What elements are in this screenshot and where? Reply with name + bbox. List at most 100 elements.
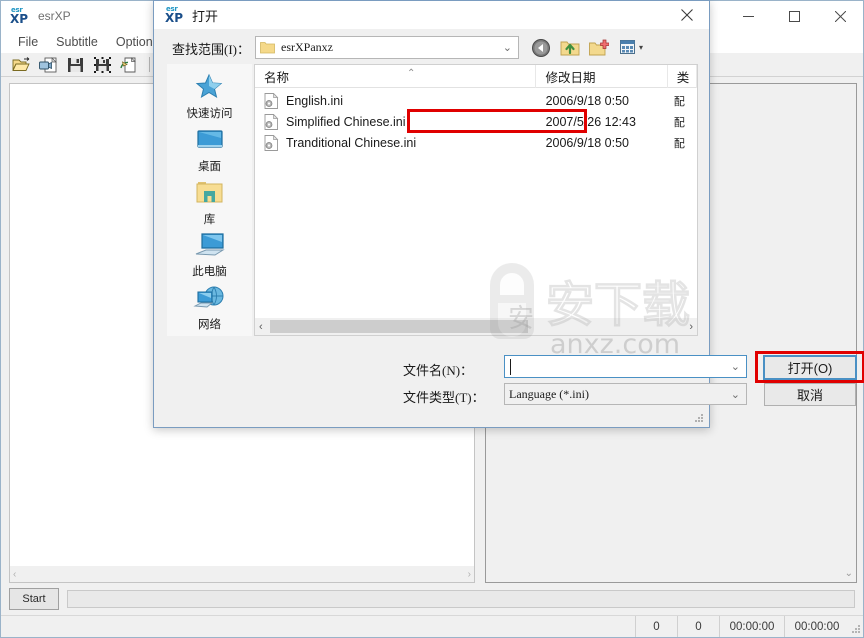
places-bar: 快速访问 桌面 库 此电脑 网络	[167, 64, 252, 336]
esrxp-logo-icon: esr XP	[164, 4, 186, 26]
scroll-right-arrow[interactable]: ›	[689, 321, 693, 333]
column-name[interactable]: 名称	[255, 64, 537, 88]
look-in-value: esrXPanxz	[281, 40, 333, 54]
up-folder-icon[interactable]	[558, 36, 581, 59]
place-label: 网络	[198, 319, 221, 332]
this-pc-icon	[193, 230, 227, 260]
dialog-logo-xp-text: XP	[165, 11, 184, 25]
dialog-title-text: 打开	[192, 8, 219, 24]
place-library[interactable]: 库	[170, 178, 250, 231]
file-type-value: Language (*.ini)	[509, 386, 589, 401]
open-file-dialog: esr XP 打开 查找范围(I)： esrXPanxz ⌄ ▾ 快速访问 桌面…	[153, 0, 864, 428]
ini-file-icon	[264, 113, 279, 130]
window-controls	[725, 1, 863, 31]
import-video-icon[interactable]	[38, 55, 58, 74]
hscroll-thumb[interactable]	[270, 320, 528, 333]
file-type-cell: 配	[673, 137, 685, 150]
place-label: 库	[203, 213, 216, 226]
resize-grip-icon[interactable]	[849, 616, 863, 637]
right-panel-scroll-down-arrow[interactable]: ⌄	[845, 568, 853, 579]
sort-ascending-icon: ⌃	[407, 68, 416, 79]
place-this-pc[interactable]: 此电脑	[170, 230, 250, 283]
status-count-1: 0	[635, 616, 677, 637]
status-bar: 0 0 00:00:00 00:00:00	[1, 615, 863, 637]
esrxp-logo-icon: esr XP	[9, 5, 31, 27]
file-date-cell: 2007/5/26 12:43	[545, 114, 636, 129]
file-list-hscrollbar[interactable]: ‹ ›	[255, 318, 697, 335]
back-arrow-icon[interactable]	[529, 36, 552, 59]
chevron-down-icon[interactable]: ⌄	[731, 360, 742, 373]
chevron-down-icon[interactable]: ⌄	[503, 41, 514, 54]
file-name-input[interactable]: ⌄	[504, 355, 747, 378]
table-row[interactable]: Simplified Chinese.ini 2007/5/26 12:43 配	[255, 111, 697, 132]
folder-icon	[260, 41, 275, 54]
place-desktop[interactable]: 桌面	[170, 125, 250, 178]
place-quick-access[interactable]: 快速访问	[170, 72, 250, 125]
file-list-header: 名称 修改日期 类 ⌃	[255, 64, 697, 88]
column-date-modified[interactable]: 修改日期	[536, 64, 668, 88]
minimize-button[interactable]	[725, 1, 771, 31]
scroll-left-arrow[interactable]: ‹	[259, 321, 263, 333]
look-in-combobox[interactable]: esrXPanxz ⌄	[255, 36, 519, 59]
file-name-text: Simplified Chinese.ini	[286, 114, 406, 129]
start-bar: Start	[1, 583, 863, 615]
status-time-1: 00:00:00	[719, 616, 784, 637]
file-name-label: 文件名(N)：	[403, 363, 474, 378]
place-label: 此电脑	[192, 266, 227, 279]
start-button[interactable]: Start	[9, 588, 59, 610]
network-icon	[192, 283, 227, 313]
progress-bar	[67, 590, 855, 608]
file-date-cell: 2006/9/18 0:50	[545, 93, 629, 108]
file-type-combobox[interactable]: Language (*.ini) ⌄	[504, 383, 747, 405]
logo-xp-text: XP	[10, 12, 29, 26]
file-name-text: Tranditional Chinese.ini	[286, 135, 417, 150]
save-icon[interactable]	[65, 55, 85, 74]
close-button[interactable]	[817, 1, 863, 31]
status-count-2: 0	[677, 616, 719, 637]
view-dropdown-caret[interactable]: ▾	[639, 43, 643, 52]
file-name-cell: Simplified Chinese.ini	[255, 113, 537, 130]
ini-file-icon	[264, 134, 279, 151]
left-panel-hscrollbar[interactable]: ‹ ›	[9, 566, 475, 583]
view-mode-icon[interactable]: ▾	[616, 36, 647, 59]
text-caret	[510, 359, 511, 375]
save-as-icon[interactable]	[92, 55, 112, 74]
file-date-cell: 2006/9/18 0:50	[545, 135, 629, 150]
file-list-view[interactable]: 名称 修改日期 类 ⌃ English.ini 2006/9/18 0:50 配	[254, 64, 698, 336]
dialog-title-bar: esr XP 打开	[154, 1, 709, 29]
file-type-label: 文件类型(T)：	[403, 390, 485, 405]
open-button[interactable]: 打开(O)	[763, 355, 857, 380]
dialog-close-button[interactable]	[665, 1, 709, 29]
file-type-cell: 配	[673, 116, 685, 129]
file-type-cell: 配	[673, 95, 685, 108]
place-network[interactable]: 网络	[170, 283, 250, 336]
table-row[interactable]: English.ini 2006/9/18 0:50 配	[255, 90, 697, 111]
new-folder-icon[interactable]	[587, 36, 610, 59]
table-row[interactable]: Tranditional Chinese.ini 2006/9/18 0:50 …	[255, 132, 697, 153]
look-in-label: 查找范围(I)：	[172, 42, 250, 57]
left-scroll-left-arrow[interactable]: ‹	[13, 569, 16, 580]
desktop-icon	[193, 125, 227, 155]
ini-file-icon	[264, 92, 279, 109]
file-name-text: English.ini	[286, 93, 343, 108]
dialog-resize-grip-icon[interactable]	[693, 411, 705, 423]
left-scroll-right-arrow[interactable]: ›	[468, 569, 471, 580]
place-label: 桌面	[198, 160, 221, 173]
app-title-text: esrXP	[38, 9, 71, 23]
menu-subtitle[interactable]: Subtitle	[47, 33, 107, 51]
maximize-button[interactable]	[771, 1, 817, 31]
chevron-down-icon[interactable]: ⌄	[731, 388, 742, 401]
open-file-icon[interactable]	[11, 55, 31, 74]
export-icon[interactable]	[119, 55, 139, 74]
cancel-button[interactable]: 取消	[764, 383, 856, 406]
file-name-cell: English.ini	[255, 92, 537, 109]
place-label: 快速访问	[186, 108, 233, 120]
toolbar-separator	[149, 57, 150, 72]
menu-file[interactable]: File	[9, 33, 47, 51]
quick-access-star-icon	[193, 72, 227, 102]
status-time-2: 00:00:00	[784, 616, 849, 637]
library-folder-icon	[193, 178, 227, 208]
column-type[interactable]: 类	[668, 64, 697, 88]
file-name-cell: Tranditional Chinese.ini	[255, 134, 537, 151]
dialog-nav-toolbar: ▾	[529, 35, 647, 60]
